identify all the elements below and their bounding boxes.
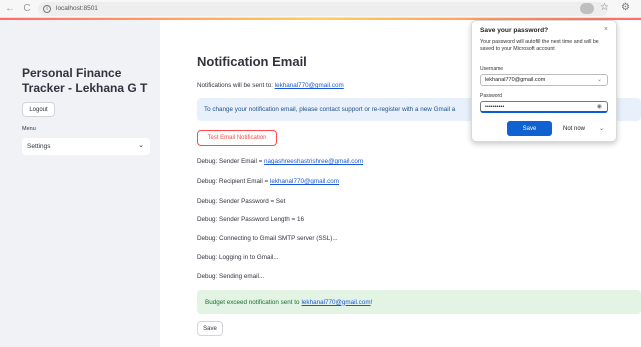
success-email-link[interactable]: lekhanal770@gmail.com	[302, 299, 371, 306]
url-text: localhost:8501	[56, 5, 98, 12]
save-password-dialog: Save your password? × Your password will…	[471, 20, 617, 142]
menu-label: Menu	[22, 126, 36, 132]
page-title: Notification Email	[197, 54, 307, 69]
site-info-icon[interactable]: i	[43, 4, 51, 13]
username-field[interactable]: lekhanal770@gmail.com ⌄	[480, 74, 608, 86]
eye-icon[interactable]: ◉	[597, 103, 602, 110]
debug-recipient-email: Debug: Recipient Email = lekhanal770@gma…	[197, 178, 339, 185]
success-suffix: !	[370, 298, 373, 306]
debug-sender-email: Debug: Sender Email = nagashreeshastrish…	[197, 158, 363, 165]
debug-recipient-prefix: Debug: Recipient Email =	[197, 178, 270, 185]
back-icon[interactable]: ←	[3, 2, 17, 16]
debug-connecting: Debug: Connecting to Gmail SMTP server (…	[197, 235, 338, 242]
menu-select[interactable]: Settings ⌄	[22, 138, 150, 155]
password-key-icon[interactable]	[580, 3, 594, 14]
not-now-button[interactable]: Not now	[556, 121, 592, 136]
recipient-email-link-2[interactable]: lekhanal770@gmail.com	[270, 178, 339, 185]
browser-toolbar: ← C i localhost:8501 ☆ ⚙	[0, 0, 641, 18]
notification-recipient-text: Notifications will be sent to: lekhanal7…	[197, 82, 344, 89]
debug-logging-in: Debug: Logging in to Gmail...	[197, 254, 279, 261]
username-value: lekhanal770@gmail.com	[485, 77, 546, 83]
extensions-icon[interactable]: ⚙	[621, 2, 630, 13]
save-password-button[interactable]: Save	[507, 121, 552, 136]
success-alert: Budget exceed notification sent to lekha…	[197, 290, 641, 314]
password-label: Password	[480, 93, 502, 99]
save-button[interactable]: Save	[197, 321, 223, 336]
debug-sending: Debug: Sending email...	[197, 273, 265, 280]
dialog-title: Save your password?	[480, 27, 549, 34]
recipient-email-link[interactable]: lekhanal770@gmail.com	[275, 82, 344, 89]
password-value: ••••••••••	[485, 103, 505, 110]
success-prefix: Budget exceed notification sent to	[205, 298, 300, 306]
chevron-down-icon: ⌄	[138, 142, 144, 149]
chevron-down-icon[interactable]: ⌄	[597, 76, 602, 83]
star-icon[interactable]: ☆	[600, 2, 609, 13]
app-title: Personal Finance Tracker - Lekhana G T	[22, 66, 148, 95]
address-bar[interactable]: i localhost:8501	[38, 1, 608, 16]
more-options-icon[interactable]: ⌄	[595, 121, 608, 136]
debug-sender-prefix: Debug: Sender Email =	[197, 158, 265, 165]
reload-icon[interactable]: C	[20, 2, 34, 16]
debug-sender-password: Debug: Sender Password = Set	[197, 198, 286, 205]
test-email-button[interactable]: Test Email Notification	[197, 130, 277, 146]
close-icon[interactable]: ×	[604, 26, 608, 33]
sender-email-link[interactable]: nagashreeshastrishree@gmail.com	[264, 158, 363, 165]
password-field[interactable]: •••••••••• ◉	[480, 101, 608, 113]
logout-button[interactable]: Logout	[22, 102, 55, 117]
dialog-description: Your password will autofill the next tim…	[480, 39, 599, 52]
username-label: Username	[480, 66, 504, 72]
recipient-prefix: Notifications will be sent to:	[197, 82, 275, 89]
menu-select-value: Settings	[27, 143, 51, 150]
info-alert-text: To change your notification email, pleas…	[204, 106, 456, 113]
debug-password-length: Debug: Sender Password Length = 16	[197, 216, 304, 223]
